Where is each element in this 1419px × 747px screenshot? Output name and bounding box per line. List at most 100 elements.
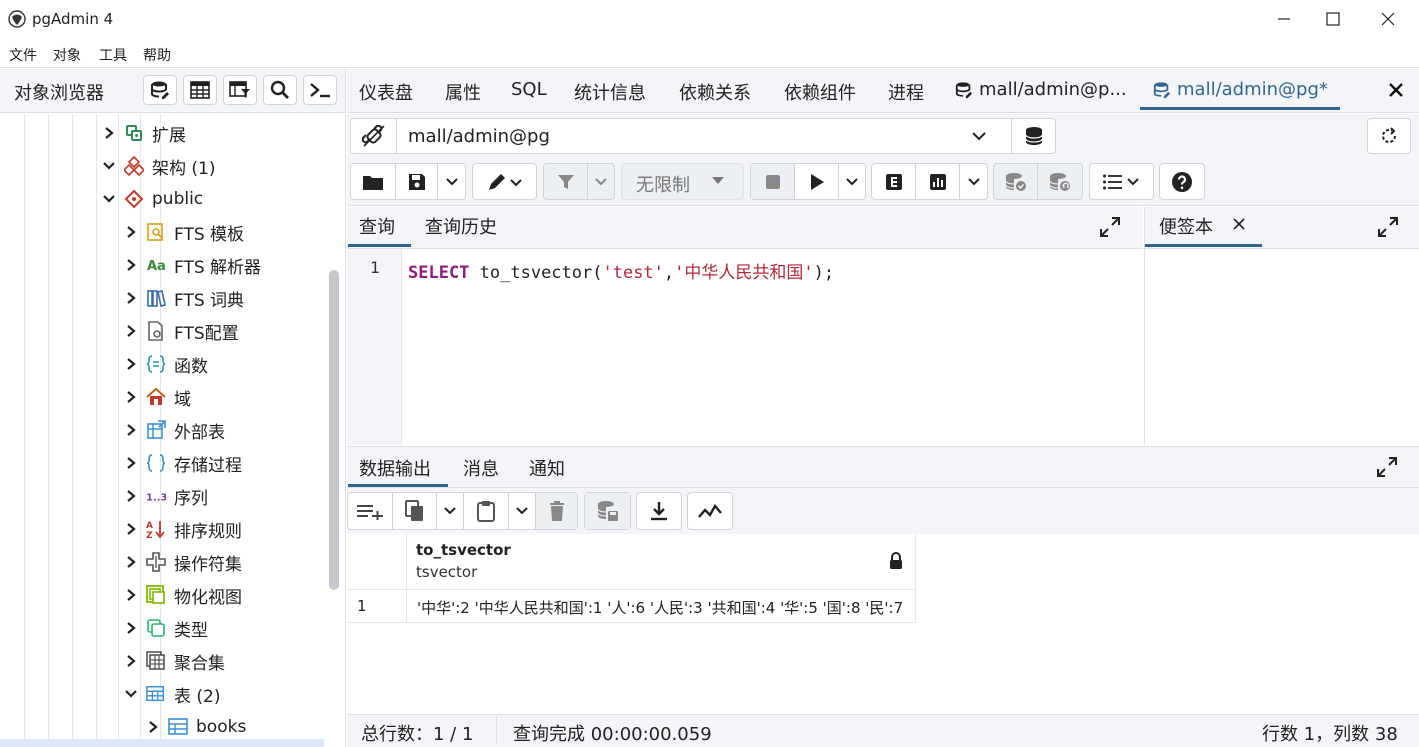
tree-scrollbar-thumb[interactable] bbox=[329, 270, 339, 590]
tree-item[interactable]: public bbox=[100, 184, 203, 214]
chevron-right-icon[interactable] bbox=[122, 553, 140, 571]
chevron-down-icon[interactable] bbox=[971, 129, 987, 143]
execute-options-dropdown[interactable] bbox=[839, 164, 865, 199]
tree-item[interactable]: A Z 排序规则 bbox=[122, 514, 242, 544]
tab-properties[interactable]: 属性 bbox=[445, 79, 481, 105]
tree-item[interactable]: 域 bbox=[122, 382, 191, 412]
execute-button[interactable] bbox=[795, 164, 839, 199]
chevron-right-icon[interactable] bbox=[122, 520, 140, 538]
tree-item[interactable]: 操作符集 bbox=[122, 547, 242, 577]
menu-tools[interactable]: 工具 bbox=[99, 45, 127, 65]
maximize-editor-icon[interactable] bbox=[1100, 217, 1120, 237]
tree-item[interactable]: 存储过程 bbox=[122, 448, 242, 478]
chevron-right-icon[interactable] bbox=[122, 619, 140, 637]
macros-button[interactable] bbox=[1090, 164, 1153, 199]
copy-button[interactable] bbox=[393, 493, 437, 529]
view-data-button[interactable] bbox=[183, 75, 217, 105]
tree-item[interactable]: FTS 词典 bbox=[122, 283, 244, 313]
menu-object[interactable]: 对象 bbox=[53, 45, 81, 65]
maximize-scratch-pad-icon[interactable] bbox=[1378, 217, 1398, 237]
maximize-button[interactable] bbox=[1308, 0, 1358, 38]
filter-button[interactable] bbox=[544, 164, 588, 199]
cancel-query-button[interactable] bbox=[751, 164, 795, 199]
tab-notifications[interactable]: 通知 bbox=[529, 455, 565, 481]
explain-button[interactable] bbox=[872, 164, 916, 199]
save-data-changes-button[interactable] bbox=[585, 493, 630, 529]
chevron-right-icon[interactable] bbox=[122, 322, 140, 340]
chevron-right-icon[interactable] bbox=[122, 388, 140, 406]
connection-status-icon[interactable] bbox=[351, 119, 397, 153]
tree-item[interactable]: Aa FTS 解析器 bbox=[122, 250, 261, 280]
chevron-down-icon[interactable] bbox=[122, 685, 140, 703]
tree-item[interactable]: 函数 bbox=[122, 349, 208, 379]
tree-item[interactable]: FTS配置 bbox=[122, 316, 239, 346]
query-tool-button[interactable] bbox=[143, 75, 177, 105]
chevron-right-icon[interactable] bbox=[100, 124, 118, 142]
explain-options-dropdown[interactable] bbox=[960, 164, 987, 199]
menu-file[interactable]: 文件 bbox=[9, 45, 37, 65]
psql-tool-button[interactable] bbox=[303, 75, 337, 105]
chevron-right-icon[interactable] bbox=[122, 289, 140, 307]
paste-options-dropdown[interactable] bbox=[509, 493, 536, 529]
sql-code-line[interactable]: SELECT to_tsvector('test','中华人民共和国'); bbox=[408, 258, 834, 283]
add-row-button[interactable] bbox=[348, 493, 393, 529]
chevron-right-icon[interactable] bbox=[122, 586, 140, 604]
save-file-button[interactable] bbox=[396, 164, 438, 199]
tree-item[interactable]: 扩展 bbox=[100, 118, 186, 148]
chevron-down-icon[interactable] bbox=[100, 190, 118, 208]
scratch-pad-area[interactable] bbox=[1144, 249, 1419, 445]
paste-button[interactable] bbox=[464, 493, 509, 529]
tree-item[interactable]: 外部表 bbox=[122, 415, 225, 445]
chevron-right-icon[interactable] bbox=[122, 487, 140, 505]
tab-query-mall-1[interactable]: mall/admin@p... bbox=[955, 79, 1127, 100]
delete-row-button[interactable] bbox=[536, 493, 577, 529]
chevron-right-icon[interactable] bbox=[122, 256, 140, 274]
explain-analyze-button[interactable] bbox=[916, 164, 960, 199]
tree-selected-row[interactable] bbox=[0, 739, 324, 747]
filtered-rows-button[interactable] bbox=[223, 75, 257, 105]
chevron-right-icon[interactable] bbox=[144, 718, 162, 736]
open-file-button[interactable] bbox=[351, 164, 396, 199]
search-objects-button[interactable] bbox=[263, 75, 297, 105]
download-csv-button[interactable] bbox=[637, 493, 681, 529]
help-button[interactable] bbox=[1160, 164, 1204, 199]
filter-options-dropdown[interactable] bbox=[588, 164, 614, 199]
chevron-right-icon[interactable] bbox=[122, 223, 140, 241]
menu-help[interactable]: 帮助 bbox=[143, 45, 171, 65]
tree-item[interactable]: FTS 模板 bbox=[122, 217, 244, 247]
save-options-dropdown[interactable] bbox=[438, 164, 465, 199]
chevron-right-icon[interactable] bbox=[122, 652, 140, 670]
graph-visualiser-button[interactable] bbox=[688, 493, 732, 529]
reset-layout-button[interactable] bbox=[1367, 118, 1411, 154]
tab-data-output[interactable]: 数据输出 bbox=[359, 455, 431, 481]
edit-menu-button[interactable] bbox=[473, 164, 536, 199]
close-scratch-pad-icon[interactable] bbox=[1233, 218, 1245, 230]
tree-item[interactable]: 表 (2) bbox=[122, 679, 220, 709]
tab-query-mall-2[interactable]: mall/admin@pg* bbox=[1153, 79, 1328, 100]
chevron-right-icon[interactable] bbox=[122, 355, 140, 373]
tree-item[interactable]: books bbox=[144, 712, 246, 742]
tab-query[interactable]: 查询 bbox=[359, 213, 395, 239]
tab-dependents[interactable]: 依赖组件 bbox=[784, 79, 856, 105]
tab-query-history[interactable]: 查询历史 bbox=[425, 213, 497, 239]
tab-scratch-pad[interactable]: 便签本 bbox=[1159, 213, 1213, 239]
tree-item[interactable]: 1..3 序列 bbox=[122, 481, 208, 511]
tab-statistics[interactable]: 统计信息 bbox=[574, 79, 646, 105]
tree-item[interactable]: 架构 (1) bbox=[100, 151, 215, 181]
chevron-down-icon[interactable] bbox=[100, 157, 118, 175]
maximize-output-icon[interactable] bbox=[1377, 457, 1397, 477]
chevron-right-icon[interactable] bbox=[122, 454, 140, 472]
close-tab-icon[interactable] bbox=[1389, 83, 1403, 97]
tab-messages[interactable]: 消息 bbox=[463, 455, 499, 481]
copy-options-dropdown[interactable] bbox=[437, 493, 464, 529]
tab-dependencies[interactable]: 依赖关系 bbox=[679, 79, 751, 105]
commit-button[interactable] bbox=[994, 164, 1038, 199]
close-window-button[interactable] bbox=[1363, 0, 1413, 38]
row-number-cell[interactable] bbox=[347, 590, 407, 623]
tab-dashboard[interactable]: 仪表盘 bbox=[359, 79, 413, 105]
tab-processes[interactable]: 进程 bbox=[888, 79, 924, 105]
tree-item[interactable]: 类型 bbox=[122, 613, 208, 643]
minimize-button[interactable] bbox=[1259, 0, 1309, 38]
new-connection-button[interactable] bbox=[1011, 119, 1055, 153]
chevron-right-icon[interactable] bbox=[122, 421, 140, 439]
